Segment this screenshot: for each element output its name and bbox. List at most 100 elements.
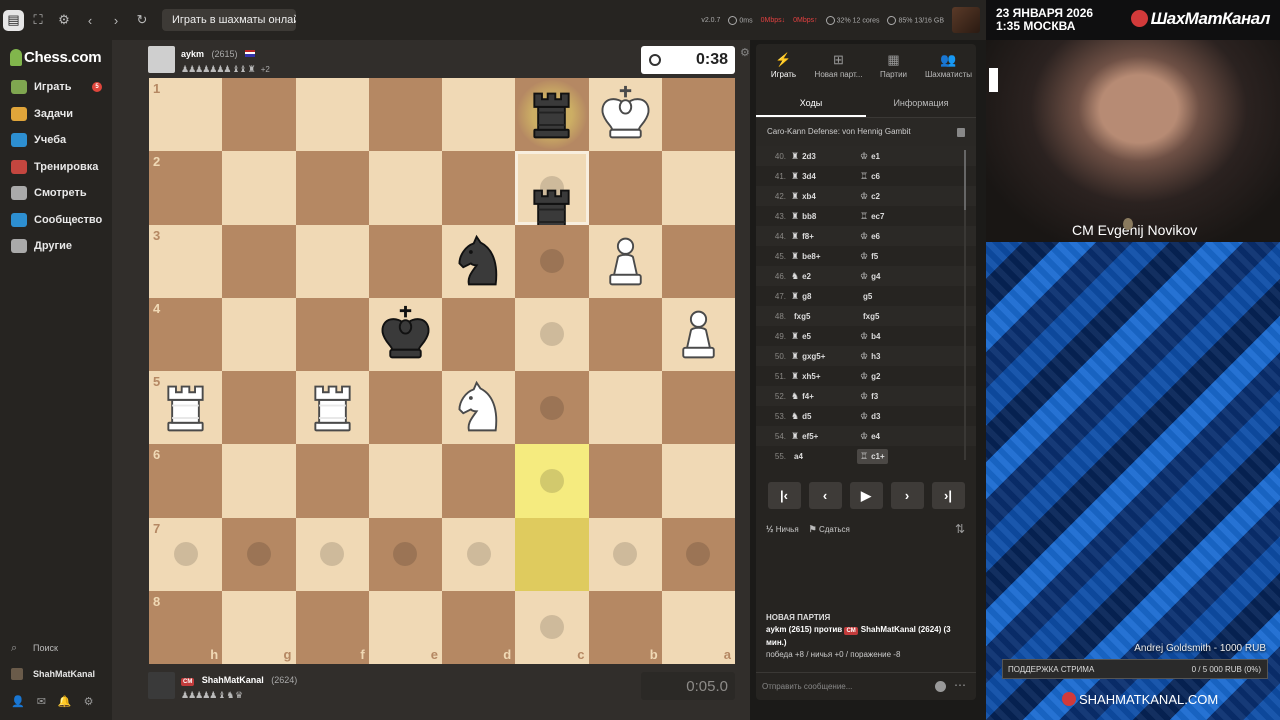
board-square[interactable]: f bbox=[295, 590, 369, 664]
opponent-avatar[interactable] bbox=[148, 45, 175, 73]
board-square[interactable]: 7 bbox=[149, 517, 223, 591]
white-move[interactable]: ♜ ef5+ bbox=[791, 431, 857, 442]
board-square[interactable] bbox=[442, 224, 516, 298]
last-move-button[interactable]: ›| bbox=[931, 482, 965, 509]
black-move[interactable]: ♔ c2 bbox=[857, 189, 883, 204]
panel-tab-3[interactable]: 👥 Шахматисты bbox=[921, 44, 976, 88]
sidebar-item-more[interactable]: Другие bbox=[0, 233, 112, 260]
board-square[interactable] bbox=[515, 371, 589, 445]
black-move[interactable]: ♔ h3 bbox=[857, 349, 883, 364]
board-square[interactable] bbox=[442, 78, 516, 152]
board-square[interactable] bbox=[368, 371, 442, 445]
board-square[interactable] bbox=[515, 444, 589, 518]
settings-icon[interactable]: ⚙ bbox=[84, 695, 94, 708]
flip-board-icon[interactable]: ⇅ bbox=[955, 522, 965, 536]
black-move[interactable]: ♔ f3 bbox=[857, 389, 881, 404]
white-move[interactable]: ♞ d5 bbox=[791, 411, 857, 422]
board-square[interactable]: 1 bbox=[149, 78, 223, 152]
board-square[interactable]: 5 bbox=[149, 371, 223, 445]
board-square[interactable] bbox=[368, 78, 442, 152]
board-square[interactable] bbox=[442, 517, 516, 591]
streamer-avatar[interactable] bbox=[952, 7, 980, 33]
board-square[interactable] bbox=[295, 224, 369, 298]
board-square[interactable] bbox=[368, 444, 442, 518]
board-square[interactable]: e bbox=[368, 590, 442, 664]
white-knight-piece[interactable] bbox=[448, 377, 509, 438]
board-square[interactable] bbox=[515, 78, 589, 152]
panel-tab-0[interactable]: ⚡ Играть bbox=[756, 44, 811, 88]
board-square[interactable] bbox=[515, 517, 589, 591]
player-name[interactable]: ShahMatKanal bbox=[202, 675, 264, 685]
white-move[interactable]: ♜ bb8 bbox=[791, 211, 857, 222]
board-square[interactable] bbox=[588, 297, 662, 371]
white-pawn-piece[interactable] bbox=[595, 231, 656, 292]
back-icon[interactable]: ‹ bbox=[78, 8, 102, 32]
sidebar-item-community[interactable]: Сообщество bbox=[0, 207, 112, 234]
black-move[interactable]: ♔ d3 bbox=[857, 409, 883, 424]
forward-icon[interactable]: › bbox=[104, 8, 128, 32]
white-move[interactable]: ♜ e5 bbox=[791, 331, 857, 342]
board-square[interactable] bbox=[222, 371, 296, 445]
board-square[interactable] bbox=[442, 444, 516, 518]
board-square[interactable] bbox=[515, 151, 589, 236]
board-square[interactable] bbox=[368, 517, 442, 591]
board-square[interactable]: d bbox=[442, 590, 516, 664]
board-square[interactable] bbox=[588, 444, 662, 518]
white-rook-piece[interactable] bbox=[302, 377, 363, 438]
board-square[interactable] bbox=[222, 224, 296, 298]
black-move[interactable]: ♔ e1 bbox=[857, 149, 883, 164]
legal-move-dot[interactable] bbox=[539, 615, 564, 640]
board-square[interactable] bbox=[368, 297, 442, 371]
player-avatar[interactable] bbox=[148, 671, 175, 699]
book-icon[interactable] bbox=[957, 128, 965, 137]
legal-move-dot[interactable] bbox=[539, 468, 564, 493]
board-square[interactable]: 4 bbox=[149, 297, 223, 371]
white-move[interactable]: ♜ be8+ bbox=[791, 251, 857, 262]
board-square[interactable]: 8h bbox=[149, 590, 223, 664]
fullscreen-icon[interactable]: ⛶ bbox=[26, 8, 50, 32]
board-square[interactable] bbox=[661, 78, 735, 152]
bell-icon[interactable]: 🔔 bbox=[58, 695, 72, 708]
legal-move-dot[interactable] bbox=[246, 542, 271, 567]
board-square[interactable]: 3 bbox=[149, 224, 223, 298]
white-rook-piece[interactable] bbox=[155, 377, 216, 438]
board-square[interactable] bbox=[588, 224, 662, 298]
sidebar-item-watch[interactable]: Смотреть bbox=[0, 180, 112, 207]
chat-input[interactable]: Отправить сообщение... ⋯ bbox=[756, 672, 976, 700]
search-item[interactable]: ⌕ Поиск bbox=[0, 635, 112, 661]
more-icon[interactable]: ⋯ bbox=[954, 678, 966, 692]
board-square[interactable] bbox=[661, 371, 735, 445]
reload-icon[interactable]: ↻ bbox=[130, 8, 154, 32]
board-square[interactable] bbox=[295, 151, 369, 225]
board-square[interactable] bbox=[588, 151, 662, 225]
move-list-scrollbar[interactable] bbox=[964, 150, 966, 460]
profile-item[interactable]: ShahMatKanal bbox=[0, 661, 112, 687]
white-pawn-piece[interactable] bbox=[668, 304, 729, 365]
black-move[interactable]: ♔ g4 bbox=[857, 269, 883, 284]
legal-move-dot[interactable] bbox=[539, 395, 564, 420]
board-square[interactable]: c bbox=[515, 590, 589, 664]
legal-move-dot[interactable] bbox=[539, 249, 564, 274]
black-move[interactable]: ♔ e4 bbox=[857, 429, 883, 444]
browser-tab[interactable]: Играть в шахматы онлайн ... bbox=[162, 9, 296, 31]
legal-move-dot[interactable] bbox=[466, 542, 491, 567]
mail-icon[interactable]: ✉ bbox=[37, 695, 46, 708]
white-king-piece[interactable] bbox=[595, 84, 656, 145]
board-square[interactable] bbox=[222, 151, 296, 225]
board-square[interactable] bbox=[442, 297, 516, 371]
panel-tab-1[interactable]: ⊞ Новая парт... bbox=[811, 44, 866, 88]
board-square[interactable] bbox=[295, 297, 369, 371]
chesscom-logo[interactable]: Chess.com bbox=[0, 40, 112, 74]
board-square[interactable] bbox=[661, 151, 735, 225]
board-square[interactable] bbox=[295, 78, 369, 152]
draw-button[interactable]: ½ Ничья bbox=[766, 524, 799, 534]
board-square[interactable] bbox=[661, 297, 735, 371]
black-move[interactable]: ♔ f5 bbox=[857, 249, 881, 264]
board-square[interactable]: b bbox=[588, 590, 662, 664]
board-square[interactable] bbox=[442, 371, 516, 445]
board-square[interactable] bbox=[442, 151, 516, 225]
sidebar-item-puzzles[interactable]: Задачи bbox=[0, 101, 112, 128]
board-square[interactable] bbox=[588, 371, 662, 445]
legal-move-dot[interactable] bbox=[320, 542, 345, 567]
white-move[interactable]: ♜ xb4 bbox=[791, 191, 857, 202]
